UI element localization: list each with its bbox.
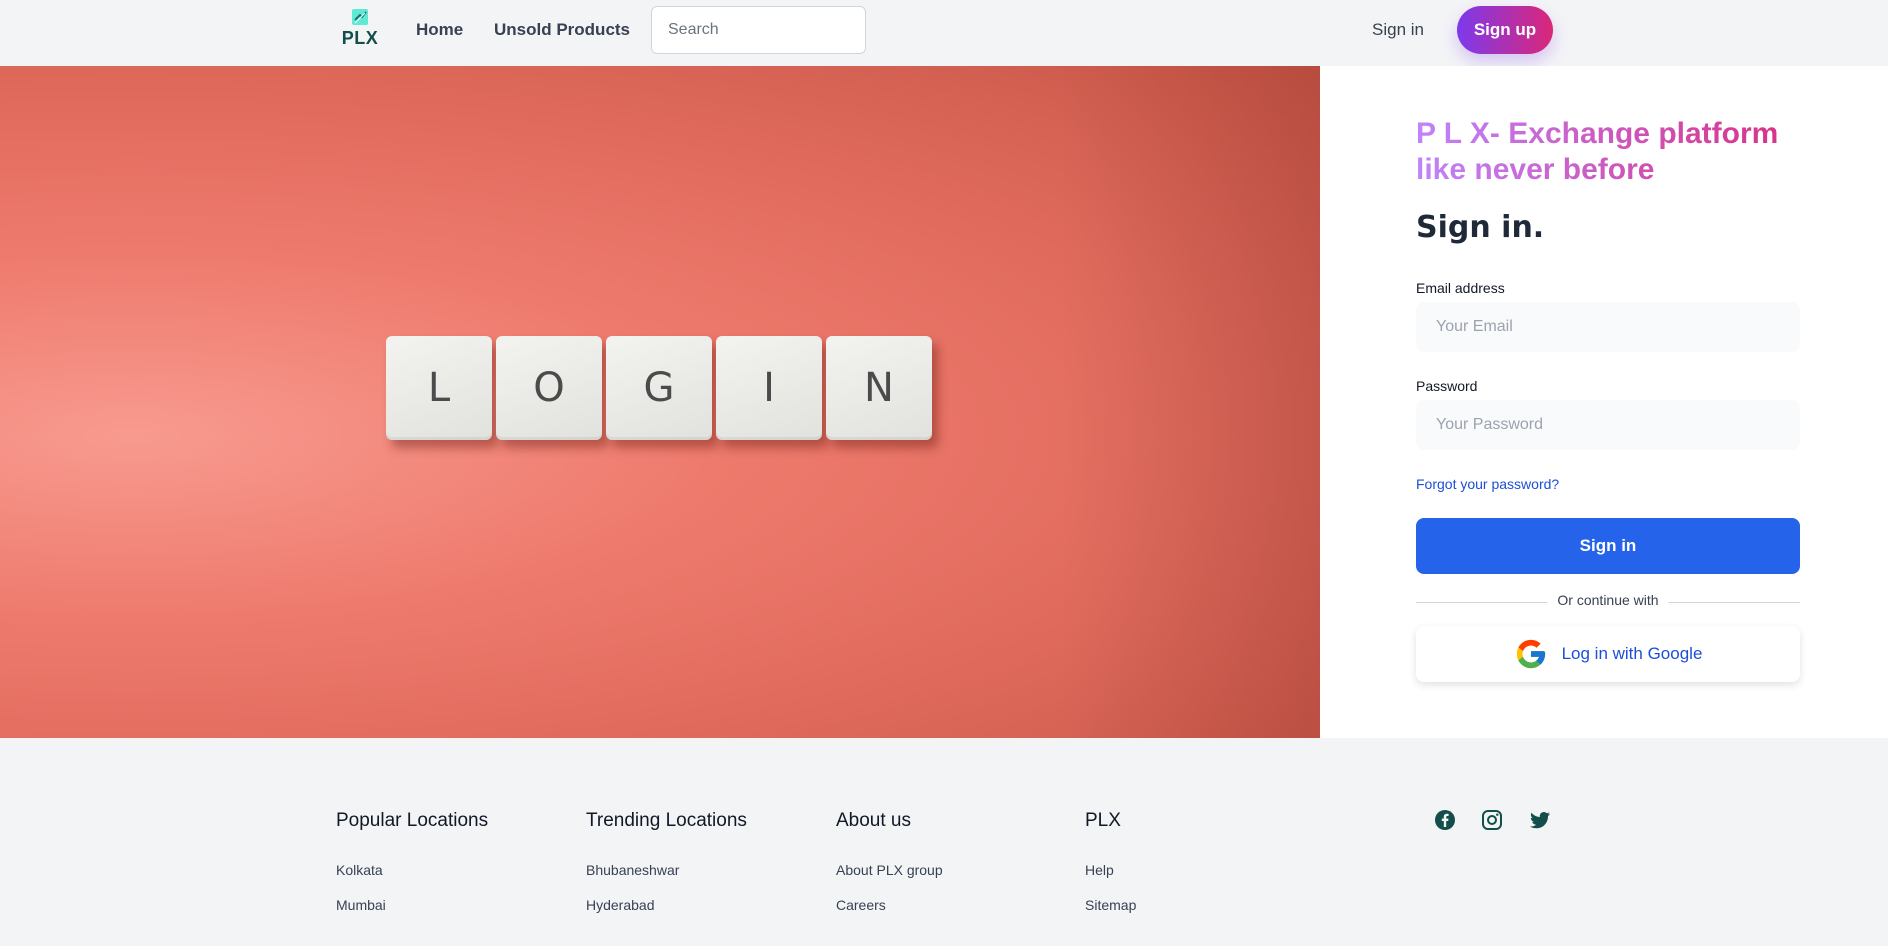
plx-logo[interactable]: PLX (340, 8, 380, 52)
nav-home-link[interactable]: Home (416, 20, 463, 40)
login-tiles: L O G I N (386, 336, 932, 440)
hero-shade (1060, 66, 1320, 738)
footer-link[interactable]: Bhubaneshwar (586, 862, 816, 878)
nav-unsold-products-link[interactable]: Unsold Products (494, 20, 630, 40)
footer-column-trending-locations: Trending Locations Bhubaneshwar Hyderaba… (586, 810, 816, 932)
top-navbar: PLX Home Unsold Products Sign in Sign up (0, 0, 1888, 66)
tagline-heading: P L X- Exchange platform like never befo… (1416, 116, 1836, 188)
google-login-label: Log in with Google (1561, 644, 1703, 663)
google-icon (1516, 639, 1545, 669)
sign-in-title: Sign in. (1416, 210, 1545, 245)
letter-tile: G (606, 336, 712, 440)
letter-tile: L (386, 336, 492, 440)
google-login-button[interactable]: Log in with Google (1416, 626, 1800, 682)
footer-column-about-us: About us About PLX group Careers (836, 810, 1066, 932)
or-divider: Or continue with (1416, 592, 1800, 612)
search-input[interactable] (651, 6, 866, 54)
footer-link[interactable]: Kolkata (336, 862, 566, 878)
footer-link[interactable]: Help (1085, 862, 1315, 878)
twitter-icon[interactable] (1528, 808, 1552, 832)
footer-link[interactable]: Careers (836, 897, 1066, 913)
footer: Popular Locations Kolkata Mumbai Trendin… (0, 738, 1888, 946)
facebook-icon[interactable] (1433, 808, 1457, 832)
instagram-icon[interactable] (1480, 808, 1504, 832)
divider-text: Or continue with (1547, 592, 1669, 608)
email-label: Email address (1416, 280, 1505, 296)
header-sign-up-button[interactable]: Sign up (1457, 6, 1553, 54)
footer-heading: PLX (1085, 810, 1121, 831)
footer-link[interactable]: Sitemap (1085, 897, 1315, 913)
footer-link[interactable]: Mumbai (336, 897, 566, 913)
password-label: Password (1416, 378, 1478, 394)
logo-text: PLX (341, 28, 379, 48)
email-field[interactable] (1416, 302, 1800, 352)
letter-tile: N (826, 336, 932, 440)
password-field[interactable] (1416, 400, 1800, 450)
letter-tile: O (496, 336, 602, 440)
login-hero-image: L O G I N (0, 66, 1320, 738)
footer-column-plx: PLX Help Sitemap (1085, 810, 1315, 932)
header-sign-in-link[interactable]: Sign in (1372, 20, 1424, 40)
footer-link[interactable]: About PLX group (836, 862, 1066, 878)
login-panel: P L X- Exchange platform like never befo… (1320, 66, 1888, 738)
footer-link[interactable]: Hyderabad (586, 897, 816, 913)
footer-heading: Popular Locations (336, 810, 489, 831)
logo-mark-icon (352, 9, 368, 25)
footer-column-popular-locations: Popular Locations Kolkata Mumbai (336, 810, 566, 932)
forgot-password-link[interactable]: Forgot your password? (1416, 476, 1559, 492)
footer-heading: About us (836, 810, 911, 831)
sign-in-button[interactable]: Sign in (1416, 518, 1800, 574)
footer-heading: Trending Locations (586, 810, 747, 831)
letter-tile: I (716, 336, 822, 440)
